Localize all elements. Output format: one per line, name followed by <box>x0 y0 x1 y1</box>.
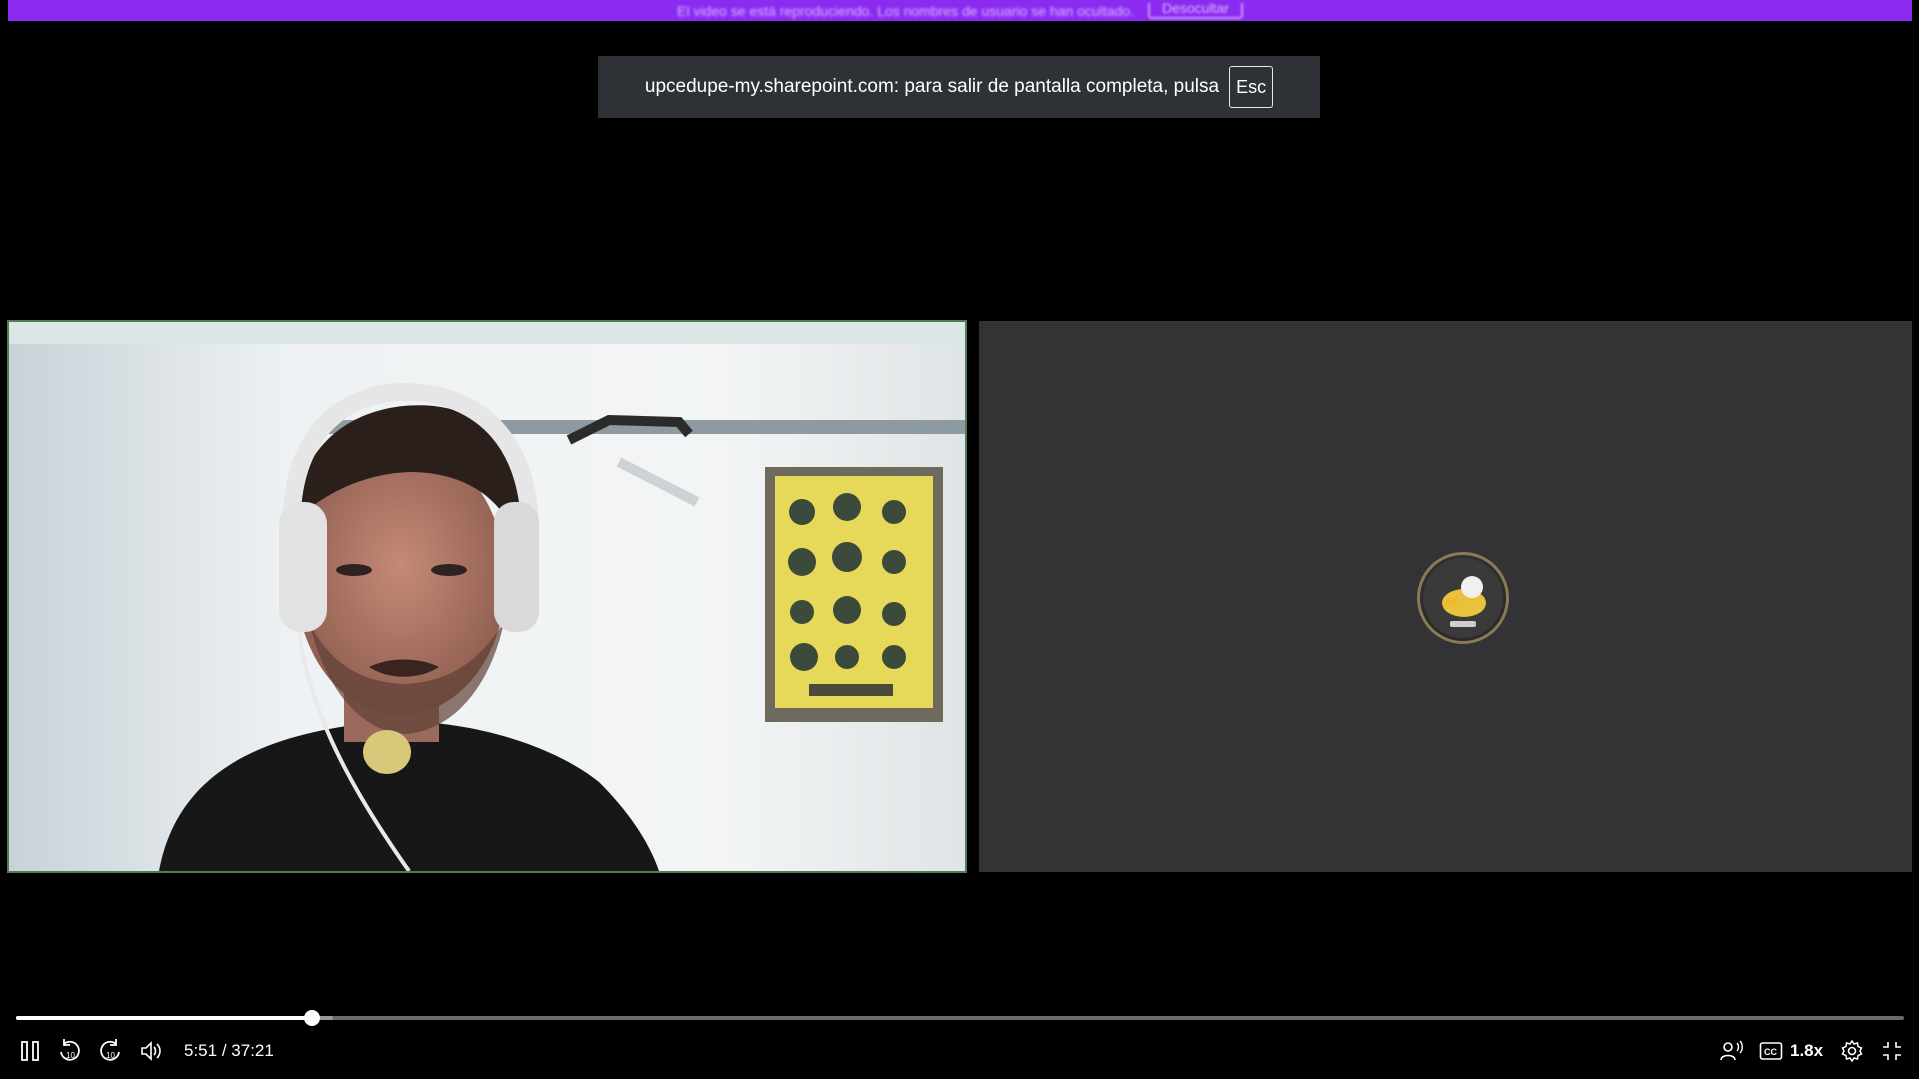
duck-logo-icon <box>1423 558 1503 638</box>
gear-icon <box>1841 1039 1863 1063</box>
playback-speed-button[interactable]: 1.8x <box>1790 1034 1823 1068</box>
exit-fullscreen-icon <box>1883 1042 1901 1060</box>
player-controls: 10 10 5:51 / 37:21 CC 1.8x <box>0 1034 1919 1068</box>
participant-avatar <box>1417 552 1509 644</box>
speaker-view-button[interactable] <box>1714 1034 1748 1068</box>
forward-10-icon: 10 <box>100 1039 120 1061</box>
fullscreen-notice-text: upcedupe-my.sharepoint.com: para salir d… <box>644 76 1220 97</box>
current-time: 5:51 <box>184 1041 218 1060</box>
participant-video-tile <box>7 320 967 873</box>
speaker-view-icon <box>1720 1040 1743 1061</box>
fullscreen-notice: upcedupe-my.sharepoint.com: para salir d… <box>598 56 1320 118</box>
exit-fullscreen-button[interactable] <box>1875 1034 1909 1068</box>
captions-icon: CC <box>1759 1042 1783 1060</box>
volume-button[interactable] <box>134 1034 168 1068</box>
time-separator: / <box>221 1041 227 1060</box>
seek-bar[interactable] <box>16 1010 1904 1026</box>
rewind-10-icon: 10 <box>60 1039 80 1061</box>
svg-text:10: 10 <box>106 1051 115 1060</box>
pause-button[interactable] <box>13 1034 47 1068</box>
participant-webcam-frame <box>9 322 965 871</box>
pause-icon <box>21 1041 39 1061</box>
settings-button[interactable] <box>1835 1034 1869 1068</box>
duration: 37:21 <box>231 1041 274 1060</box>
esc-key: Esc <box>1229 66 1274 108</box>
wall-poster <box>765 467 943 722</box>
played-progress <box>16 1016 313 1020</box>
seek-thumb[interactable] <box>304 1010 321 1026</box>
rewind-button[interactable]: 10 <box>53 1034 87 1068</box>
banner-text: El video se está reproduciendo. Los nomb… <box>677 2 1134 19</box>
notification-banner: El video se está reproduciendo. Los nomb… <box>8 0 1912 21</box>
volume-icon <box>141 1041 161 1061</box>
svg-text:CC: CC <box>1764 1047 1777 1057</box>
banner-button[interactable]: Desocultar <box>1147 1 1243 19</box>
svg-text:10: 10 <box>66 1051 75 1060</box>
captions-button[interactable]: CC <box>1754 1034 1788 1068</box>
forward-button[interactable]: 10 <box>93 1034 127 1068</box>
time-display: 5:51 / 37:21 <box>184 1034 274 1068</box>
video-player[interactable]: El video se está reproduciendo. Los nomb… <box>0 0 1919 1079</box>
